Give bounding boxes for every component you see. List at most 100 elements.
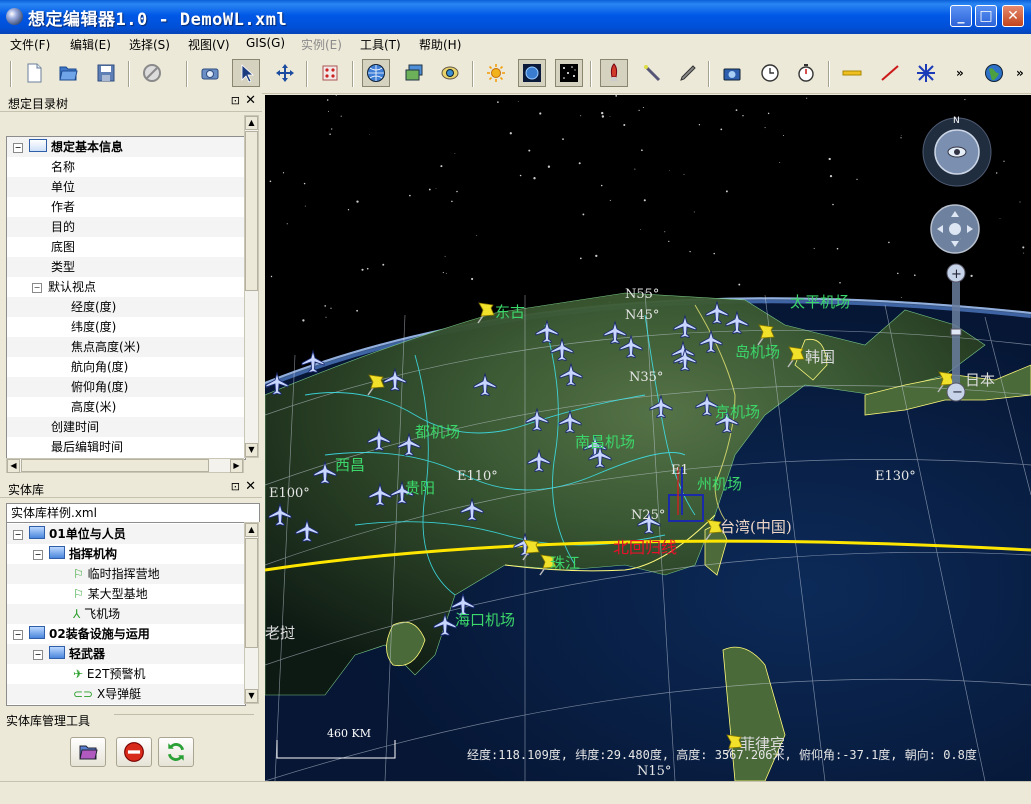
collapse-icon[interactable]: − (13, 530, 23, 540)
pin-icon[interactable]: ⊡ (231, 94, 240, 107)
scroll-thumb[interactable] (245, 538, 258, 648)
zoom-in-icon[interactable]: + (951, 267, 962, 282)
grid-dots-button[interactable] (316, 59, 344, 87)
layers-button[interactable] (400, 59, 428, 87)
earth-button[interactable] (980, 59, 1008, 87)
tree-item[interactable]: 焦点高度(米) (7, 337, 245, 357)
scroll-right-icon[interactable]: ▶ (230, 459, 243, 473)
close-button[interactable]: ✕ (1002, 5, 1024, 27)
tree-item[interactable]: 最后编辑时间 (7, 437, 245, 457)
minimize-button[interactable]: _ (950, 5, 972, 27)
scroll-down-icon[interactable]: ▼ (245, 689, 258, 703)
delete-library-button[interactable] (116, 737, 152, 767)
atmosphere-button[interactable] (518, 59, 546, 87)
menu-file[interactable]: 文件(F) (10, 36, 50, 53)
scroll-left-icon[interactable]: ◀ (7, 459, 20, 473)
toolbar-overflow[interactable]: » (956, 66, 964, 80)
scenario-tree-vscroll[interactable]: ▲ ▼ (244, 115, 259, 458)
scroll-up-icon[interactable]: ▲ (245, 116, 258, 130)
entity-node[interactable]: − 02装备设施与运用 (7, 624, 245, 644)
tree-item[interactable]: 单位 (7, 177, 245, 197)
rocket-button[interactable] (600, 59, 628, 87)
missile-button[interactable] (638, 59, 666, 87)
collapse-icon[interactable]: − (13, 630, 23, 640)
tree-item[interactable]: 目的 (7, 217, 245, 237)
line-yellow-button[interactable] (838, 59, 866, 87)
tree-item[interactable]: 作者 (7, 197, 245, 217)
camera-button[interactable] (196, 59, 224, 87)
globe-canvas[interactable]: 北回归线 台湾(中国) 韩国 日本 菲律宾 老挝 海口机场 贵阳 州机场 东古 … (265, 95, 1031, 781)
menu-tools[interactable]: 工具(T) (360, 36, 401, 53)
zoom-out-icon[interactable]: − (952, 385, 963, 400)
scroll-thumb[interactable] (245, 131, 258, 291)
sun-button[interactable] (482, 59, 510, 87)
entity-node[interactable]: ⊂⊃ X导弹艇 (7, 684, 245, 704)
tree-item[interactable]: 经度(度) (7, 297, 245, 317)
collapse-icon[interactable]: − (13, 143, 23, 153)
camera-icon (201, 68, 219, 80)
scenario-tree-hscroll[interactable]: ◀ ▶ (6, 458, 244, 473)
zoom-thumb[interactable] (950, 328, 962, 336)
menu-view[interactable]: 视图(V) (188, 36, 230, 53)
entity-node[interactable]: − 轻武器 (7, 644, 245, 664)
timer-button[interactable] (792, 59, 820, 87)
tree-item[interactable]: 名称 (7, 157, 245, 177)
clock-button[interactable] (756, 59, 784, 87)
asterisk-button[interactable] (912, 59, 940, 87)
globe-view-button[interactable] (362, 59, 390, 87)
line-red-button[interactable] (876, 59, 904, 87)
pan-widget[interactable] (930, 204, 980, 254)
stop-button[interactable] (138, 59, 166, 87)
maximize-button[interactable]: □ (975, 5, 997, 27)
collapse-icon[interactable]: − (32, 283, 42, 293)
pin-icon[interactable]: ⊡ (231, 480, 240, 493)
tree-item[interactable]: 类型 (7, 257, 245, 277)
eye-button[interactable] (436, 59, 464, 87)
tree-item[interactable]: 俯仰角(度) (7, 377, 245, 397)
menu-edit[interactable]: 编辑(E) (70, 36, 111, 53)
star (996, 172, 998, 174)
star (519, 174, 522, 177)
pen-button[interactable] (674, 59, 702, 87)
panel-close-icon[interactable]: ✕ (245, 93, 256, 108)
scroll-down-icon[interactable]: ▼ (245, 443, 258, 457)
entity-node[interactable]: ⚐ 临时指挥营地 (7, 564, 245, 584)
collapse-icon[interactable]: − (33, 550, 43, 560)
entity-node[interactable]: − 指挥机构 (7, 544, 245, 564)
entity-node[interactable]: ⚐ 某大型基地 (7, 584, 245, 604)
menu-instance[interactable]: 实例(E) (301, 36, 342, 53)
snapshot-button[interactable] (718, 59, 746, 87)
menu-gis[interactable]: GIS(G) (246, 36, 285, 50)
open-library-button[interactable] (70, 737, 106, 767)
collapse-icon[interactable]: − (33, 650, 43, 660)
entity-node[interactable]: − 01单位与人员 (7, 524, 245, 544)
tree-item[interactable]: 纬度(度) (7, 317, 245, 337)
refresh-library-button[interactable] (158, 737, 194, 767)
menu-help[interactable]: 帮助(H) (419, 36, 461, 53)
save-button[interactable] (92, 59, 120, 87)
globe-3d-view[interactable]: 北回归线 台湾(中国) 韩国 日本 菲律宾 老挝 海口机场 贵阳 州机场 东古 … (265, 95, 1031, 781)
scroll-thumb[interactable] (21, 459, 209, 472)
menu-select[interactable]: 选择(S) (129, 36, 170, 53)
tree-root[interactable]: − 想定基本信息 (7, 137, 245, 157)
star (693, 211, 695, 213)
tree-item[interactable]: 创建时间 (7, 417, 245, 437)
tree-item[interactable]: 高度(米) (7, 397, 245, 417)
panel-close-icon[interactable]: ✕ (245, 479, 256, 494)
star (720, 128, 723, 131)
tree-item[interactable]: 底图 (7, 237, 245, 257)
new-file-button[interactable] (20, 59, 48, 87)
select-pointer-button[interactable] (232, 59, 260, 87)
stars-button[interactable] (555, 59, 583, 87)
tree-item[interactable]: 航向角(度) (7, 357, 245, 377)
tree-item[interactable]: − 默认视点 (7, 277, 245, 297)
entity-node[interactable]: ⅄ 飞机场 (7, 604, 245, 624)
entity-node[interactable]: ✈ E2T预警机 (7, 664, 245, 684)
scroll-up-icon[interactable]: ▲ (245, 523, 258, 537)
entity-tree-vscroll[interactable]: ▲ ▼ (244, 522, 259, 704)
open-folder-button[interactable] (54, 59, 82, 87)
timer-icon (798, 64, 814, 82)
toolbar-overflow-2[interactable]: » (1016, 66, 1024, 80)
move-button[interactable] (271, 59, 299, 87)
star (609, 199, 611, 201)
